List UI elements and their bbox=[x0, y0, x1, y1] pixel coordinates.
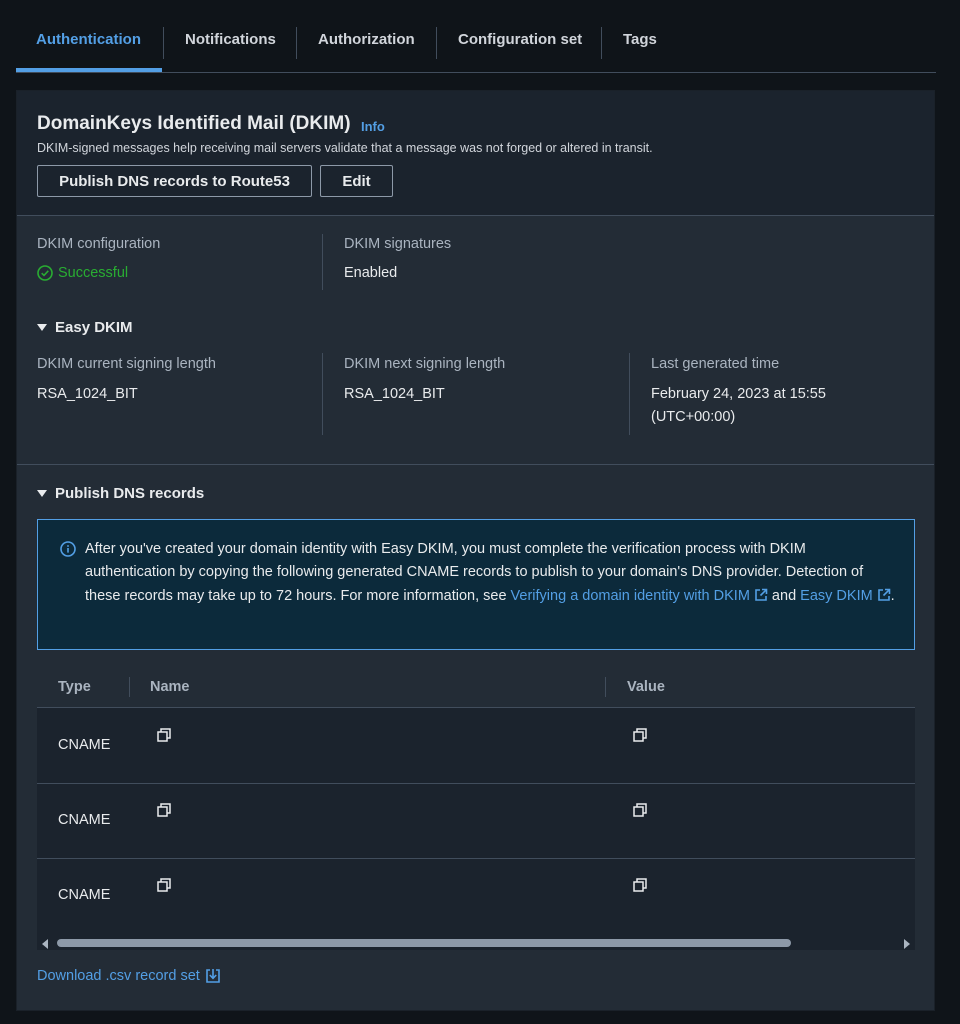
scroll-right-arrow[interactable] bbox=[904, 939, 910, 949]
column-header-type[interactable]: Type bbox=[58, 679, 91, 695]
scroll-left-arrow[interactable] bbox=[42, 939, 48, 949]
dkim-signatures-value: Enabled bbox=[344, 265, 398, 281]
tab-separator bbox=[436, 27, 437, 59]
copy-icon[interactable] bbox=[157, 728, 171, 742]
download-icon bbox=[205, 969, 220, 983]
dkim-header: DomainKeys Identified Mail (DKIM) Info D… bbox=[17, 91, 934, 216]
edit-button[interactable]: Edit bbox=[320, 165, 393, 197]
verifying-domain-link[interactable]: Verifying a domain identity with DKIM bbox=[511, 588, 768, 604]
current-signing-length-value: RSA_1024_BIT bbox=[37, 386, 138, 402]
easy-dkim-toggle[interactable]: Easy DKIM bbox=[37, 319, 133, 336]
tab-tags[interactable]: Tags bbox=[623, 31, 657, 48]
external-link-icon bbox=[755, 588, 768, 601]
dkim-configuration-label: DKIM configuration bbox=[37, 236, 161, 252]
publish-dns-toggle[interactable]: Publish DNS records bbox=[37, 485, 204, 502]
caret-down-icon bbox=[37, 490, 47, 497]
dns-records-table: Type Name Value CNAME CNAME CNAME bbox=[37, 668, 915, 950]
caret-down-icon bbox=[37, 324, 47, 331]
table-header: Type Name Value bbox=[37, 668, 915, 708]
easy-dkim-title: Easy DKIM bbox=[55, 319, 133, 336]
column-divider bbox=[322, 234, 323, 290]
section-divider bbox=[17, 464, 934, 465]
info-alert: After you've created your domain identit… bbox=[37, 519, 915, 650]
record-type: CNAME bbox=[58, 812, 111, 828]
info-link[interactable]: Info bbox=[361, 119, 385, 134]
status-text: Successful bbox=[58, 265, 129, 281]
dkim-signatures-label: DKIM signatures bbox=[344, 236, 452, 252]
download-csv-text: Download .csv record set bbox=[37, 968, 200, 984]
column-header-name[interactable]: Name bbox=[150, 679, 190, 695]
publish-dns-title: Publish DNS records bbox=[55, 485, 205, 502]
copy-icon[interactable] bbox=[633, 803, 647, 817]
period-text: . bbox=[890, 587, 895, 604]
table-row: CNAME bbox=[37, 708, 915, 784]
copy-icon[interactable] bbox=[157, 803, 171, 817]
verifying-domain-link-text: Verifying a domain identity with DKIM bbox=[510, 587, 750, 604]
tab-notifications[interactable]: Notifications bbox=[185, 31, 276, 48]
column-divider bbox=[322, 353, 323, 435]
last-generated-timezone: (UTC+00:00) bbox=[651, 409, 736, 425]
column-resizer[interactable] bbox=[605, 677, 606, 697]
status-successful: Successful bbox=[37, 265, 128, 281]
publish-dns-records-button[interactable]: Publish DNS records to Route53 bbox=[37, 165, 312, 197]
and-text: and bbox=[767, 587, 801, 604]
current-signing-length-label: DKIM current signing length bbox=[37, 356, 216, 372]
download-csv-link[interactable]: Download .csv record set bbox=[37, 968, 221, 984]
tab-separator bbox=[163, 27, 164, 59]
next-signing-length-value: RSA_1024_BIT bbox=[344, 386, 445, 402]
tab-separator bbox=[296, 27, 297, 59]
last-generated-value: February 24, 2023 at 15:55 bbox=[651, 386, 826, 402]
table-row: CNAME bbox=[37, 783, 915, 859]
tab-configuration-set[interactable]: Configuration set bbox=[458, 31, 582, 48]
copy-icon[interactable] bbox=[157, 878, 171, 892]
check-circle-icon bbox=[37, 265, 53, 281]
header-description: DKIM-signed messages help receiving mail… bbox=[37, 141, 653, 155]
record-type: CNAME bbox=[58, 887, 111, 903]
column-divider bbox=[629, 353, 630, 435]
copy-icon[interactable] bbox=[633, 878, 647, 892]
tab-bar: Authentication Notifications Authorizati… bbox=[16, 0, 936, 73]
tab-authentication[interactable]: Authentication bbox=[36, 31, 141, 48]
copy-icon[interactable] bbox=[633, 728, 647, 742]
easy-dkim-link-text: Easy DKIM bbox=[800, 587, 873, 604]
next-signing-length-label: DKIM next signing length bbox=[344, 356, 506, 372]
column-header-value[interactable]: Value bbox=[627, 679, 665, 695]
last-generated-label: Last generated time bbox=[651, 356, 780, 372]
tab-authorization[interactable]: Authorization bbox=[318, 31, 415, 48]
alert-message: After you've created your domain identit… bbox=[85, 538, 899, 608]
tab-separator bbox=[601, 27, 602, 59]
active-tab-indicator bbox=[16, 68, 162, 72]
column-resizer[interactable] bbox=[129, 677, 130, 697]
horizontal-scrollbar[interactable] bbox=[37, 934, 915, 950]
easy-dkim-link[interactable]: Easy DKIM bbox=[800, 588, 891, 604]
scrollbar-thumb[interactable] bbox=[57, 939, 791, 947]
table-row: CNAME bbox=[37, 858, 915, 933]
external-link-icon bbox=[877, 588, 890, 601]
record-type: CNAME bbox=[58, 737, 111, 753]
dkim-container: DomainKeys Identified Mail (DKIM) Info D… bbox=[16, 90, 935, 1011]
page-title: DomainKeys Identified Mail (DKIM) bbox=[37, 113, 351, 134]
info-icon bbox=[60, 541, 76, 557]
